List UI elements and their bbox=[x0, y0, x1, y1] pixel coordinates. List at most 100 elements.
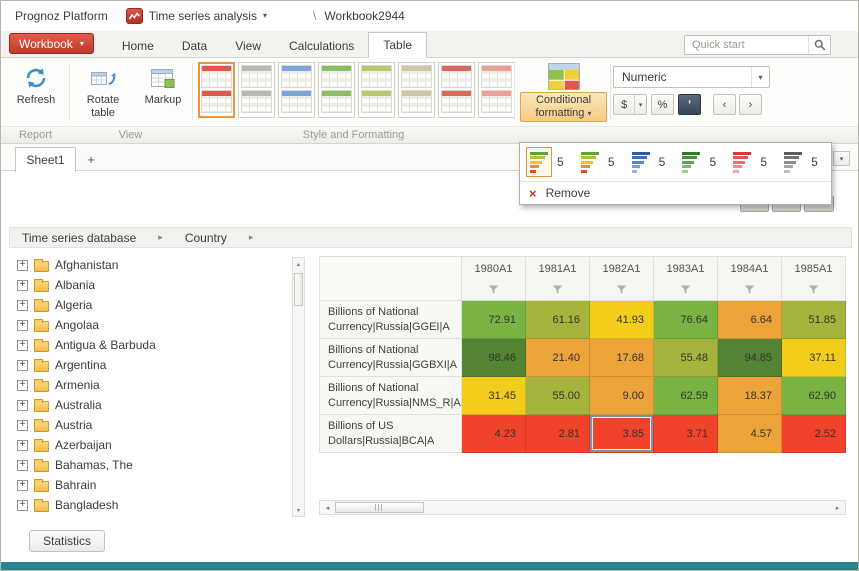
data-cell[interactable]: 6.64 bbox=[718, 301, 782, 339]
breadcrumb-item[interactable]: Time series database bbox=[22, 231, 136, 245]
scroll-down-button[interactable]: ▾ bbox=[293, 504, 304, 516]
column-header[interactable]: 1985A1 bbox=[782, 257, 846, 301]
rotate-table-button[interactable]: Rotate table bbox=[75, 65, 131, 120]
markup-button[interactable]: Markup bbox=[137, 65, 189, 107]
data-cell[interactable]: 17.68 bbox=[590, 339, 654, 377]
data-cell[interactable]: 62.90 bbox=[782, 377, 846, 415]
tree-item[interactable]: +Bahamas, The bbox=[9, 455, 289, 475]
expand-icon[interactable]: + bbox=[17, 320, 28, 331]
expand-icon[interactable]: + bbox=[17, 500, 28, 511]
data-cell[interactable]: 62.59 bbox=[654, 377, 718, 415]
data-cell[interactable]: 31.45 bbox=[462, 377, 526, 415]
statistics-button[interactable]: Statistics bbox=[29, 530, 105, 552]
workbook-menu-button[interactable]: Workbook ▾ bbox=[9, 33, 94, 54]
conditional-formatting-button[interactable]: Conditional formatting ▾ bbox=[520, 92, 607, 122]
data-cell[interactable]: 98.46 bbox=[462, 339, 526, 377]
data-cell[interactable]: 4.57 bbox=[718, 415, 782, 453]
icon-set-blue[interactable]: 5 bbox=[625, 147, 676, 177]
tree-item[interactable]: +Austria bbox=[9, 415, 289, 435]
row-header[interactable]: Billions of National Currency|Russia|GGB… bbox=[320, 339, 462, 377]
expand-icon[interactable]: + bbox=[17, 360, 28, 371]
filter-icon[interactable] bbox=[616, 285, 627, 295]
tab-calculations[interactable]: Calculations bbox=[275, 34, 368, 57]
sheet-tab[interactable]: Sheet1 bbox=[15, 147, 76, 172]
tree-item[interactable]: +Armenia bbox=[9, 375, 289, 395]
expand-icon[interactable]: + bbox=[17, 400, 28, 411]
data-cell[interactable]: 3.85 bbox=[590, 415, 654, 453]
scrollbar-thumb[interactable] bbox=[294, 273, 303, 306]
add-sheet-button[interactable]: + bbox=[78, 147, 104, 171]
data-cell[interactable]: 76.64 bbox=[654, 301, 718, 339]
tab-home[interactable]: Home bbox=[108, 34, 168, 57]
tree-item[interactable]: +Australia bbox=[9, 395, 289, 415]
expand-icon[interactable]: + bbox=[17, 260, 28, 271]
table-style-thumb-8[interactable] bbox=[478, 62, 515, 118]
row-header[interactable]: Billions of National Currency|Russia|GGE… bbox=[320, 301, 462, 339]
column-header[interactable]: 1982A1 bbox=[590, 257, 654, 301]
table-style-thumb-2[interactable] bbox=[238, 62, 275, 118]
table-style-thumb-4[interactable] bbox=[318, 62, 355, 118]
row-header[interactable]: Billions of US Dollars|Russia|BCA|A bbox=[320, 415, 462, 453]
tree-item[interactable]: +Argentina bbox=[9, 355, 289, 375]
tree-scrollbar[interactable]: ▴ ▾ bbox=[292, 257, 305, 517]
icon-set-multicolor-2[interactable]: 5 bbox=[574, 147, 625, 177]
table-style-thumb-1[interactable] bbox=[198, 62, 235, 118]
filter-icon[interactable] bbox=[808, 285, 819, 295]
numeric-format-select[interactable]: Numeric ▾ bbox=[613, 66, 770, 88]
icon-set-gray[interactable]: 5 bbox=[777, 147, 828, 177]
filter-icon[interactable] bbox=[488, 285, 499, 295]
expand-icon[interactable]: + bbox=[17, 420, 28, 431]
column-header[interactable]: 1983A1 bbox=[654, 257, 718, 301]
data-cell[interactable]: 4.23 bbox=[462, 415, 526, 453]
scrollbar-thumb[interactable] bbox=[335, 502, 424, 513]
data-cell[interactable]: 9.00 bbox=[590, 377, 654, 415]
data-cell[interactable]: 2.81 bbox=[526, 415, 590, 453]
data-cell[interactable]: 37.11 bbox=[782, 339, 846, 377]
expand-icon[interactable]: + bbox=[17, 440, 28, 451]
expand-icon[interactable]: + bbox=[17, 340, 28, 351]
tab-view[interactable]: View bbox=[221, 34, 275, 57]
table-horizontal-scrollbar[interactable]: ◂ ▸ bbox=[319, 500, 846, 515]
increase-decimals-button[interactable]: › bbox=[739, 94, 762, 115]
table-style-thumb-7[interactable] bbox=[438, 62, 475, 118]
quick-start-input[interactable] bbox=[685, 39, 808, 51]
tree-item[interactable]: +Albania bbox=[9, 275, 289, 295]
data-cell[interactable]: 72.91 bbox=[462, 301, 526, 339]
data-cell[interactable]: 55.48 bbox=[654, 339, 718, 377]
data-cell[interactable]: 41.93 bbox=[590, 301, 654, 339]
data-cell[interactable]: 2.52 bbox=[782, 415, 846, 453]
module-selector[interactable]: Time series analysis ▾ bbox=[126, 8, 267, 24]
tree-item[interactable]: +Angolaa bbox=[9, 315, 289, 335]
column-header[interactable]: 1981A1 bbox=[526, 257, 590, 301]
scroll-right-button[interactable]: ▸ bbox=[830, 501, 845, 514]
search-icon[interactable] bbox=[808, 36, 830, 54]
percent-format-button[interactable]: % bbox=[651, 94, 674, 115]
column-header[interactable]: 1984A1 bbox=[718, 257, 782, 301]
breadcrumb-item[interactable]: Country bbox=[185, 231, 227, 245]
expand-icon[interactable]: + bbox=[17, 460, 28, 471]
refresh-button[interactable]: Refresh bbox=[9, 65, 63, 107]
tree-item[interactable]: +Afghanistan bbox=[9, 255, 289, 275]
tree-item[interactable]: +Algeria bbox=[9, 295, 289, 315]
scroll-left-button[interactable]: ◂ bbox=[320, 501, 335, 514]
thousand-separator-button[interactable]: ’ bbox=[678, 94, 701, 115]
expand-icon[interactable]: + bbox=[17, 380, 28, 391]
data-cell[interactable]: 55.00 bbox=[526, 377, 590, 415]
tab-table[interactable]: Table bbox=[368, 32, 427, 58]
table-style-thumb-5[interactable] bbox=[358, 62, 395, 118]
data-cell[interactable]: 21.40 bbox=[526, 339, 590, 377]
icon-set-multicolor-1[interactable]: 5 bbox=[523, 147, 574, 177]
expand-icon[interactable]: + bbox=[17, 300, 28, 311]
remove-formatting-item[interactable]: × Remove bbox=[520, 181, 831, 204]
expand-icon[interactable]: + bbox=[17, 480, 28, 491]
column-header[interactable]: 1980A1 bbox=[462, 257, 526, 301]
table-style-thumb-3[interactable] bbox=[278, 62, 315, 118]
decrease-decimals-button[interactable]: ‹ bbox=[713, 94, 736, 115]
icon-set-green[interactable]: 5 bbox=[675, 147, 726, 177]
expand-icon[interactable]: + bbox=[17, 280, 28, 291]
tree-item[interactable]: +Antigua & Barbuda bbox=[9, 335, 289, 355]
tree-item[interactable]: +Bahrain bbox=[9, 475, 289, 495]
filter-icon[interactable] bbox=[744, 285, 755, 295]
data-cell[interactable]: 94.85 bbox=[718, 339, 782, 377]
data-cell[interactable]: 61.16 bbox=[526, 301, 590, 339]
